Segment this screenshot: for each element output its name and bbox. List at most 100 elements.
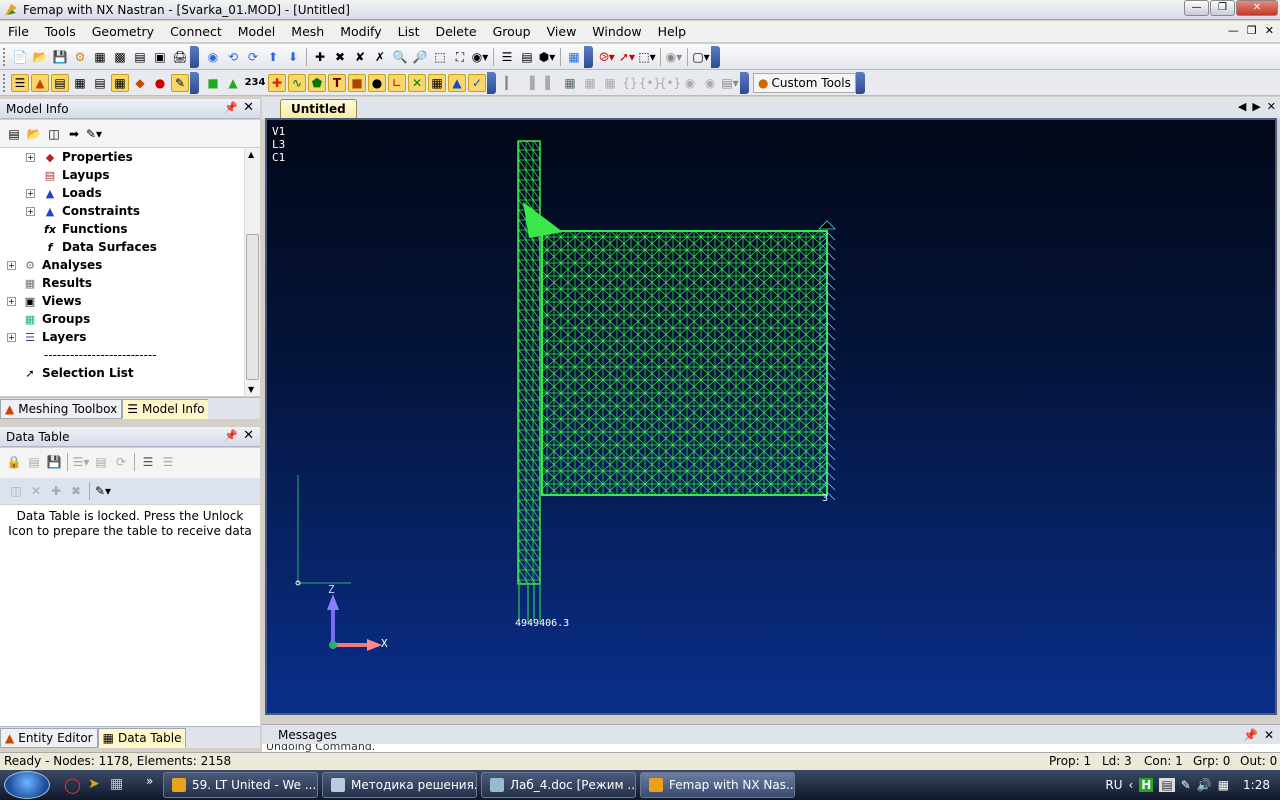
tree-options-icon[interactable]: ▤: [5, 125, 23, 143]
toolbar-grip[interactable]: [3, 47, 7, 66]
entity-color-icon[interactable]: ▲: [224, 74, 242, 92]
expand-icon[interactable]: +: [7, 333, 16, 342]
columns-icon[interactable]: ☰: [139, 453, 157, 471]
status-load[interactable]: Ld: 3: [1102, 753, 1132, 770]
copy-picture-icon[interactable]: ▦: [91, 48, 109, 66]
tray-green-app-icon[interactable]: H: [1139, 778, 1154, 792]
print-setup-icon[interactable]: ▣: [151, 48, 169, 66]
new-file-icon[interactable]: 📄: [11, 48, 29, 66]
align-right-icon[interactable]: ▌: [541, 74, 559, 92]
tray-app-icon[interactable]: ▤: [1159, 778, 1175, 792]
menu-model[interactable]: Model: [230, 24, 284, 39]
filter-icon[interactable]: ◫: [7, 482, 25, 500]
mdi-restore-icon[interactable]: ❐: [1247, 24, 1257, 37]
text-toggle-icon[interactable]: T: [328, 73, 346, 92]
toolbar-overflow-button[interactable]: [711, 45, 720, 68]
elements-toggle-icon[interactable]: ▦: [428, 73, 446, 92]
grid2-icon[interactable]: ▦: [581, 74, 599, 92]
show-desktop-icon[interactable]: ▦: [110, 776, 123, 792]
save-table-icon[interactable]: 💾: [45, 453, 63, 471]
tree-item-groups[interactable]: ▦ Groups: [22, 310, 91, 328]
list-dropdown-icon[interactable]: ▤▾: [721, 74, 739, 92]
rotate-xy-icon[interactable]: ✖: [331, 48, 349, 66]
scroll-thumb[interactable]: [246, 234, 259, 380]
tree-item-layups[interactable]: ▤ Layups: [42, 166, 110, 184]
rotate-up-icon[interactable]: ⬆: [264, 48, 282, 66]
view-orient-dropdown-icon[interactable]: ◉▾: [471, 48, 489, 66]
tree-item-views[interactable]: ▣ Views: [22, 292, 82, 310]
toolbar-overflow-button[interactable]: [190, 45, 199, 68]
tab-untitled[interactable]: Untitled: [280, 99, 357, 119]
minimize-button[interactable]: —: [1184, 0, 1209, 16]
solids-toggle-icon[interactable]: ■: [348, 73, 366, 92]
tab-data-table[interactable]: ▦ Data Table: [97, 728, 187, 748]
rotate-y-icon[interactable]: ✘: [351, 48, 369, 66]
menu-view[interactable]: View: [539, 24, 585, 39]
status-prop[interactable]: Prop: 1: [1049, 753, 1091, 770]
lock-icon[interactable]: 🔒: [5, 453, 23, 471]
graphics-view[interactable]: V1 L3 C1 Z X 3 4949406.3: [265, 118, 1277, 715]
add-column-dropdown-icon[interactable]: ☰▾: [72, 453, 90, 471]
network-icon[interactable]: ▦: [1218, 778, 1229, 792]
expand-icon[interactable]: +: [7, 261, 16, 270]
tree-item-data-surfaces[interactable]: f Data Surfaces: [42, 238, 157, 256]
select-entity-dropdown-icon[interactable]: ⧁▾: [598, 48, 616, 66]
filter4-icon[interactable]: ✖: [67, 482, 85, 500]
meshing-toolbox-toggle-icon[interactable]: ▲: [31, 73, 49, 92]
copy-icon[interactable]: ▤: [131, 48, 149, 66]
select-pick-dropdown-icon[interactable]: ➚▾: [618, 48, 636, 66]
columns2-icon[interactable]: ☰: [159, 453, 177, 471]
filter3-icon[interactable]: ✚: [47, 482, 65, 500]
expand-icon[interactable]: +: [26, 207, 35, 216]
task-lab4-doc[interactable]: Лаб_4.doc [Режим ...: [481, 772, 636, 798]
rebuild-icon[interactable]: ⚙: [71, 48, 89, 66]
tab-scroll-right-icon[interactable]: ▶: [1252, 100, 1260, 113]
tree-send-icon[interactable]: ➡: [65, 125, 83, 143]
task-methodology-doc[interactable]: Методика решения...: [322, 772, 477, 798]
align-mid-icon[interactable]: ▐: [521, 74, 539, 92]
menu-delete[interactable]: Delete: [427, 24, 484, 39]
edit-icon[interactable]: ✎: [171, 73, 189, 92]
model-info-close-icon[interactable]: ✕: [243, 100, 254, 115]
restore-button[interactable]: ❐: [1210, 0, 1235, 16]
menu-group[interactable]: Group: [485, 24, 539, 39]
tree-item-functions[interactable]: fx Functions: [42, 220, 128, 238]
brace-icon[interactable]: {}: [621, 74, 639, 92]
menu-mesh[interactable]: Mesh: [283, 24, 332, 39]
clock[interactable]: 1:28: [1243, 778, 1270, 792]
menu-list[interactable]: List: [390, 24, 428, 39]
start-button[interactable]: [4, 771, 50, 799]
remove-rows-icon[interactable]: ▤: [92, 453, 110, 471]
save-icon[interactable]: 💾: [51, 48, 69, 66]
toolbar-overflow-button[interactable]: [855, 71, 865, 94]
toolbar-grip[interactable]: [3, 73, 7, 92]
node-count-button[interactable]: 234: [244, 74, 266, 92]
tree-item-analyses[interactable]: ⚙ Analyses: [22, 256, 102, 274]
grid-icon[interactable]: ▦: [561, 74, 579, 92]
loads-toggle-icon[interactable]: ▲: [448, 73, 466, 92]
snap-dropdown-icon[interactable]: ◉▾: [665, 48, 683, 66]
mesh-model[interactable]: [267, 120, 1275, 713]
data-table-close-icon[interactable]: ✕: [243, 428, 254, 443]
mdi-minimize-icon[interactable]: —: [1228, 24, 1239, 37]
zoom-window-icon[interactable]: ⬚: [431, 48, 449, 66]
expand-icon[interactable]: +: [26, 189, 35, 198]
api-toggle-icon[interactable]: ▤: [91, 74, 109, 92]
grid-toggle-icon[interactable]: ▦: [111, 73, 129, 92]
entity-display-icon[interactable]: ■: [204, 74, 222, 92]
tree-item-properties[interactable]: ◆ Properties: [42, 148, 133, 166]
status-group[interactable]: Grp: 0: [1193, 753, 1230, 770]
rotate-right-icon[interactable]: ⟳: [244, 48, 262, 66]
filter2-icon[interactable]: ✕: [27, 482, 45, 500]
curves-toggle-icon[interactable]: ∿: [288, 73, 306, 92]
points-toggle-icon[interactable]: ●: [368, 73, 386, 92]
menu-file[interactable]: File: [0, 24, 37, 39]
grid3-icon[interactable]: ▦: [601, 74, 619, 92]
toolbar-overflow-button[interactable]: [584, 45, 593, 68]
quicklaunch-overflow-icon[interactable]: »: [146, 774, 153, 788]
print-icon[interactable]: 🖨: [171, 48, 189, 66]
align-left-icon[interactable]: ▎: [501, 74, 519, 92]
autoscale-icon[interactable]: ⛶: [451, 48, 469, 66]
rotate-down-icon[interactable]: ⬇: [284, 48, 302, 66]
brace2-icon[interactable]: {•}: [639, 74, 661, 92]
